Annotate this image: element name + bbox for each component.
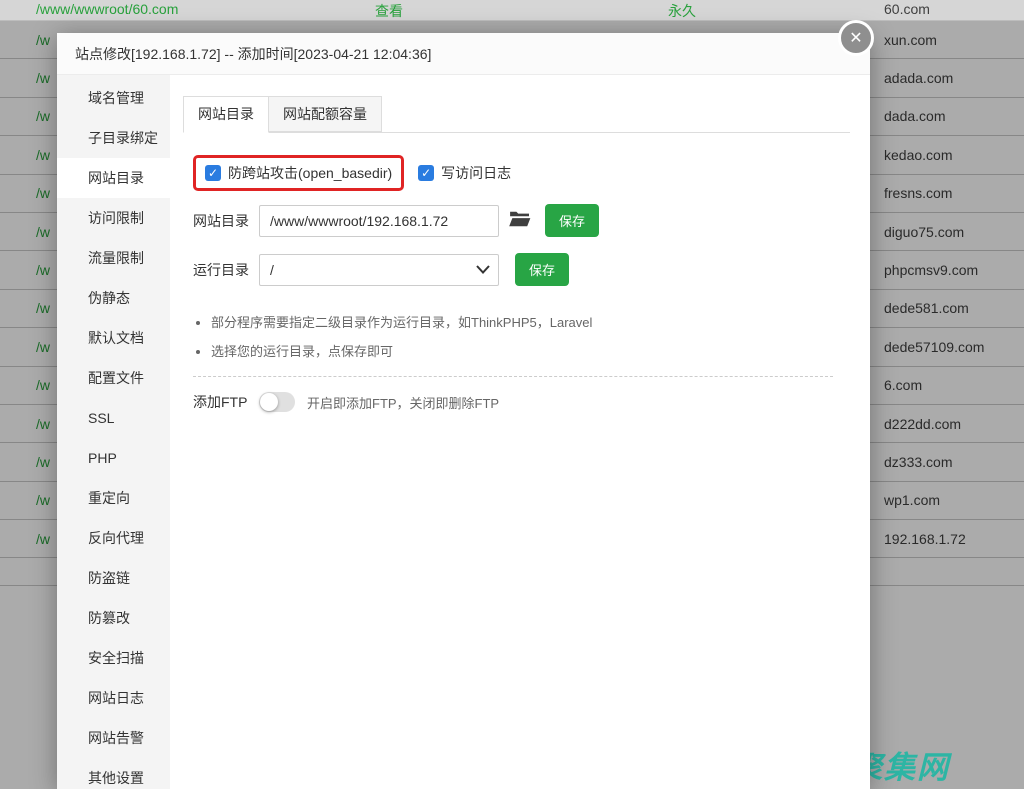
tab-site-directory[interactable]: 网站目录 bbox=[183, 96, 269, 133]
add-ftp-label: 添加FTP bbox=[193, 392, 259, 412]
tab-site-quota[interactable]: 网站配额容量 bbox=[269, 96, 382, 132]
site-path-link[interactable]: /www/wwwroot/60.com bbox=[36, 1, 178, 17]
toggle-knob bbox=[260, 393, 278, 411]
sidebar-item[interactable]: 反向代理 bbox=[57, 518, 170, 558]
divider bbox=[193, 376, 833, 377]
open-basedir-label: 防跨站攻击(open_basedir) bbox=[228, 163, 392, 183]
run-directory-row: 运行目录 / 保存 bbox=[193, 253, 850, 286]
domain-cell: 60.com bbox=[884, 1, 930, 17]
save-run-directory-button[interactable]: 保存 bbox=[515, 253, 569, 286]
save-site-directory-button[interactable]: 保存 bbox=[545, 204, 599, 237]
site-modify-dialog: 站点修改[192.168.1.72] -- 添加时间[2023-04-21 12… bbox=[57, 33, 870, 789]
add-ftp-hint: 开启即添加FTP，关闭即删除FTP bbox=[307, 393, 499, 412]
highlight-red-box: ✓ 防跨站攻击(open_basedir) bbox=[193, 155, 404, 191]
close-icon[interactable]: ✕ bbox=[838, 20, 874, 56]
sidebar-item[interactable]: SSL bbox=[57, 398, 170, 438]
sidebar-item[interactable]: 流量限制 bbox=[57, 238, 170, 278]
note-item: 部分程序需要指定二级目录作为运行目录，如ThinkPHP5，Laravel bbox=[211, 312, 850, 331]
expiry-link[interactable]: 永久 bbox=[668, 1, 696, 21]
access-log-group: ✓ 写访问日志 bbox=[418, 163, 511, 183]
add-ftp-toggle[interactable] bbox=[259, 392, 295, 412]
run-directory-label: 运行目录 bbox=[193, 260, 259, 280]
folder-icon bbox=[509, 210, 531, 231]
dialog-title: 站点修改[192.168.1.72] -- 添加时间[2023-04-21 12… bbox=[57, 33, 870, 75]
checkbox-row: ✓ 防跨站攻击(open_basedir) ✓ 写访问日志 bbox=[193, 155, 850, 191]
sidebar-item[interactable]: 重定向 bbox=[57, 478, 170, 518]
sidebar-item[interactable]: 配置文件 bbox=[57, 358, 170, 398]
tab-content: 网站目录 网站配额容量 ✓ 防跨站攻击(open_basedir) ✓ 写访问日… bbox=[170, 75, 870, 789]
view-link[interactable]: 查看 bbox=[375, 1, 403, 21]
sidebar-item[interactable]: 网站目录 bbox=[57, 158, 170, 198]
sidebar-item[interactable]: 默认文档 bbox=[57, 318, 170, 358]
site-directory-row: 网站目录 保存 bbox=[193, 204, 850, 237]
sidebar-item[interactable]: PHP bbox=[57, 438, 170, 478]
table-row: /www/wwwroot/60.com 查看 永久 60.com bbox=[0, 0, 1024, 21]
sidebar-item[interactable]: 伪静态 bbox=[57, 278, 170, 318]
notes-list: 部分程序需要指定二级目录作为运行目录，如ThinkPHP5，Laravel 选择… bbox=[211, 312, 850, 360]
site-directory-input[interactable] bbox=[259, 205, 499, 237]
sidebar-item[interactable]: 网站日志 bbox=[57, 678, 170, 718]
open-basedir-checkbox[interactable]: ✓ bbox=[205, 165, 221, 181]
sidebar-item[interactable]: 域名管理 bbox=[57, 78, 170, 118]
add-ftp-row: 添加FTP 开启即添加FTP，关闭即删除FTP bbox=[193, 392, 850, 412]
sidebar-item[interactable]: 子目录绑定 bbox=[57, 118, 170, 158]
browse-directory-button[interactable] bbox=[509, 209, 533, 233]
sidebar-item[interactable]: 安全扫描 bbox=[57, 638, 170, 678]
sidebar-item[interactable]: 防篡改 bbox=[57, 598, 170, 638]
sidebar-item[interactable]: 网站告警 bbox=[57, 718, 170, 758]
access-log-checkbox[interactable]: ✓ bbox=[418, 165, 434, 181]
settings-sidebar: 域名管理 子目录绑定 网站目录 访问限制 流量限制 伪静态 默认文档 配置文件 … bbox=[57, 75, 170, 789]
tab-bar: 网站目录 网站配额容量 bbox=[183, 96, 850, 133]
site-directory-label: 网站目录 bbox=[193, 211, 259, 231]
sidebar-item[interactable]: 访问限制 bbox=[57, 198, 170, 238]
note-item: 选择您的运行目录，点保存即可 bbox=[211, 341, 850, 360]
access-log-label: 写访问日志 bbox=[441, 163, 511, 183]
chevron-down-icon bbox=[476, 265, 490, 274]
run-directory-value: / bbox=[270, 262, 274, 278]
run-directory-select[interactable]: / bbox=[259, 254, 499, 286]
sidebar-item[interactable]: 防盗链 bbox=[57, 558, 170, 598]
sidebar-item[interactable]: 其他设置 bbox=[57, 758, 170, 789]
